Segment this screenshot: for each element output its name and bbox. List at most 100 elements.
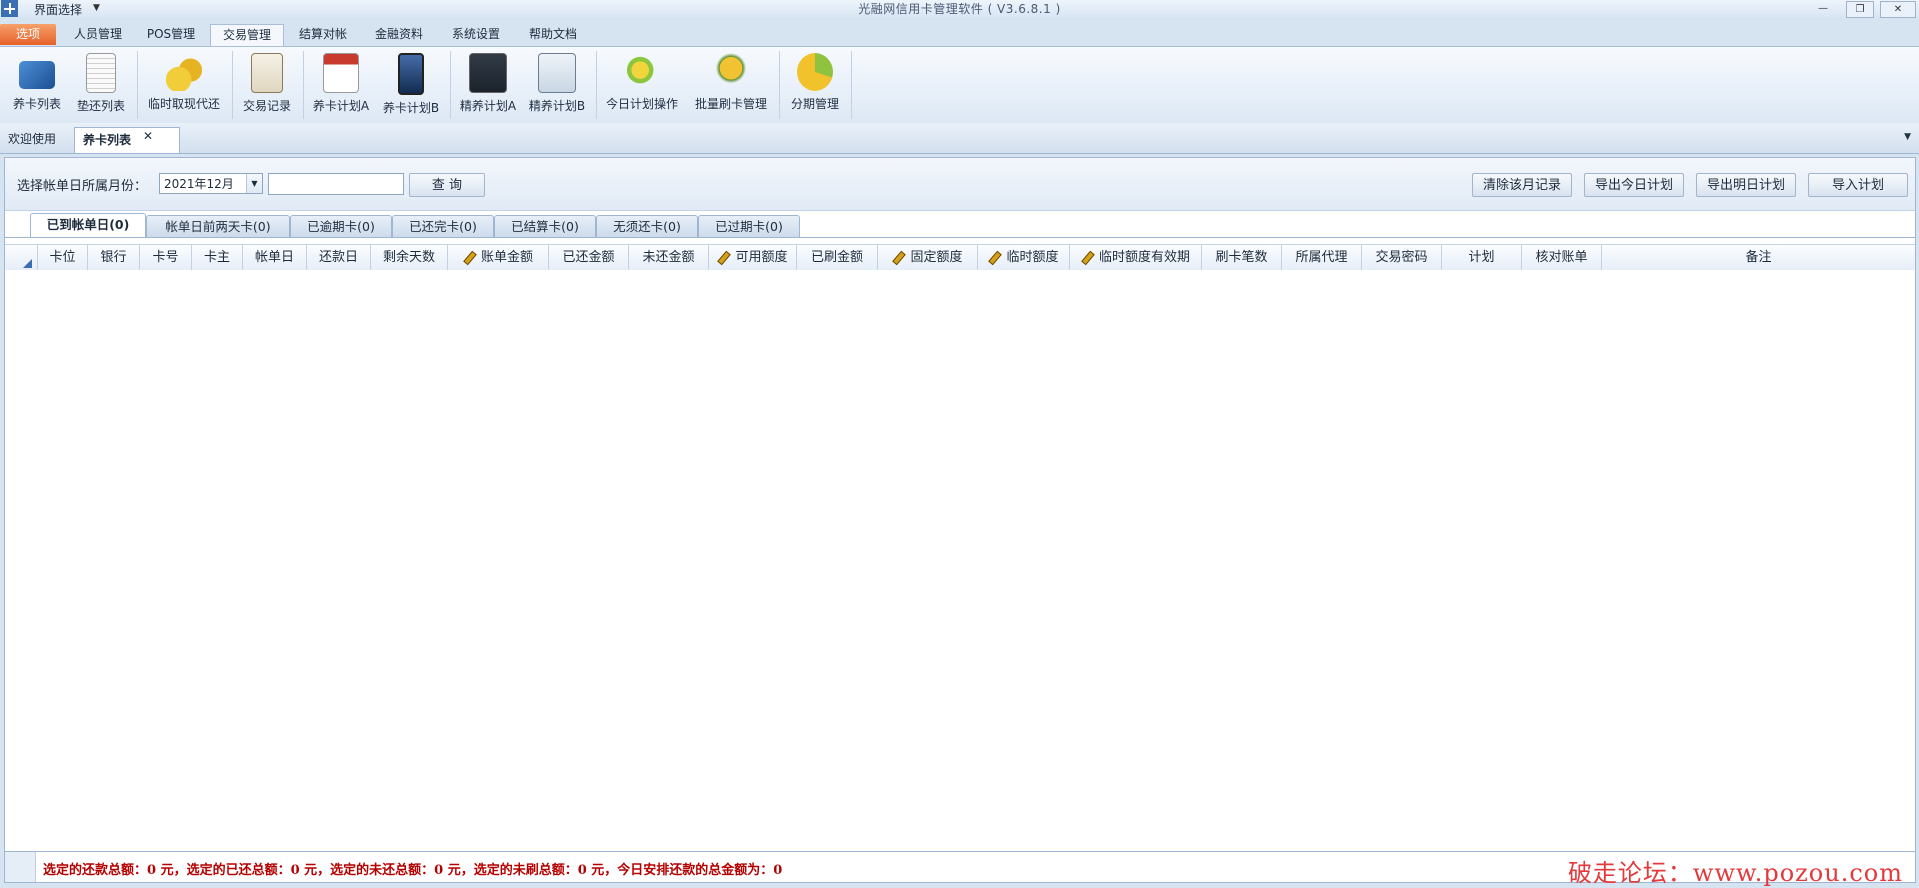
- ribbon-separator: [779, 51, 780, 119]
- fine-plan-b-label: 精养计划B: [528, 99, 586, 113]
- tab-card-list[interactable]: 养卡列表: [74, 127, 180, 153]
- month-select[interactable]: 2021年12月 ▼: [159, 173, 263, 194]
- tab-card-list-label: 养卡列表: [83, 133, 132, 147]
- search-input[interactable]: [268, 173, 404, 195]
- fine-plan-b-button[interactable]: 精养计划B: [524, 51, 590, 119]
- col-remarks[interactable]: 备注: [1602, 245, 1915, 270]
- filter-bar: 选择帐单日所属月份： 2021年12月 ▼ 查 询 清除该月记录 导出今日计划 …: [5, 158, 1915, 211]
- chevron-down-icon[interactable]: ▼: [246, 174, 262, 193]
- col-plan[interactable]: 计划: [1442, 245, 1522, 270]
- col-fixed-limit[interactable]: 固定额度: [878, 245, 978, 270]
- today-plan-button[interactable]: 今日计划操作: [600, 51, 684, 119]
- ribbon-separator: [232, 51, 233, 119]
- tab-no-repay[interactable]: 无须还卡(0): [596, 215, 698, 237]
- coins-icon: [166, 53, 202, 91]
- col-available-limit-label: 可用额度: [735, 250, 788, 265]
- card-grid-body[interactable]: [5, 270, 1915, 848]
- clipboard-icon: [251, 53, 283, 93]
- tab-two-days-before[interactable]: 帐单日前两天卡(0): [146, 215, 290, 237]
- tab-system[interactable]: 系统设置: [443, 24, 509, 45]
- fine-plan-a-button[interactable]: 精养计划A: [455, 51, 521, 119]
- col-bank[interactable]: 银行: [88, 245, 140, 270]
- tab-settled[interactable]: 已结算卡(0): [494, 215, 596, 237]
- tab-billed[interactable]: 已到帐单日(0): [30, 213, 146, 237]
- cash-advance-button[interactable]: 临时取现代还: [142, 51, 226, 119]
- batch-swipe-button[interactable]: 批量刷卡管理: [688, 51, 774, 119]
- col-card-owner[interactable]: 卡主: [192, 245, 243, 270]
- select-all-cell[interactable]: [5, 245, 38, 270]
- close-icon[interactable]: ✕: [140, 128, 156, 144]
- tab-expired[interactable]: 已过期卡(0): [698, 215, 800, 237]
- tab-personnel[interactable]: 人员管理: [66, 24, 130, 45]
- tab-pos[interactable]: POS管理: [140, 24, 202, 45]
- clear-month-button[interactable]: 清除该月记录: [1472, 173, 1572, 197]
- chevron-down-icon[interactable]: ▼: [1904, 132, 1911, 142]
- tab-overdue[interactable]: 已逾期卡(0): [290, 215, 392, 237]
- tab-options[interactable]: 选项: [0, 24, 56, 45]
- document-list-icon: [86, 53, 116, 93]
- export-today-button[interactable]: 导出今日计划: [1584, 173, 1684, 197]
- tab-help[interactable]: 帮助文档: [520, 24, 586, 45]
- pencil-icon: [463, 250, 477, 265]
- coin-ball-icon: [713, 53, 749, 91]
- col-unpaid-amount[interactable]: 未还金额: [629, 245, 709, 270]
- card-list-label: 养卡列表: [12, 97, 61, 111]
- col-swiped-amount[interactable]: 已刷金额: [797, 245, 878, 270]
- minimize-button[interactable]: —: [1810, 1, 1836, 16]
- card-list-button[interactable]: 养卡列表: [6, 51, 68, 119]
- col-agent[interactable]: 所属代理: [1282, 245, 1362, 270]
- status-bar: 选定的还款总额：0 元，选定的已还总额：0 元，选定的未还总额：0 元，选定的未…: [5, 851, 1915, 887]
- col-temp-limit-label: 临时额度: [1006, 250, 1059, 265]
- tab-settlement[interactable]: 结算对帐: [290, 24, 356, 45]
- repay-list-label: 垫还列表: [76, 99, 125, 113]
- transaction-records-label: 交易记录: [242, 99, 291, 113]
- col-bill-day[interactable]: 帐单日: [243, 245, 307, 270]
- ribbon-separator: [851, 51, 852, 119]
- pencil-icon: [988, 250, 1003, 265]
- installment-label: 分期管理: [790, 97, 839, 111]
- calendar-icon: [323, 53, 359, 93]
- status-tab-bar: 已到帐单日(0) 帐单日前两天卡(0) 已逾期卡(0) 已还完卡(0) 已结算卡…: [5, 211, 1915, 238]
- card-plan-b-label: 养卡计划B: [382, 101, 440, 115]
- col-temp-limit-expiry[interactable]: 临时额度有效期: [1070, 245, 1202, 270]
- col-temp-limit-expiry-label: 临时额度有效期: [1098, 250, 1190, 265]
- credit-card-icon: [19, 61, 55, 89]
- repay-list-button[interactable]: 垫还列表: [70, 51, 132, 119]
- col-trade-password[interactable]: 交易密码: [1362, 245, 1442, 270]
- document-tab-bar: 欢迎使用 养卡列表 ✕ ▼: [0, 123, 1919, 154]
- col-bill-amount[interactable]: 账单金额: [448, 245, 549, 270]
- col-check-bill[interactable]: 核对账单: [1522, 245, 1602, 270]
- transaction-records-button[interactable]: 交易记录: [236, 51, 298, 119]
- chart-screen-icon: [538, 53, 576, 93]
- import-plan-button[interactable]: 导入计划: [1808, 173, 1908, 197]
- ribbon-separator: [450, 51, 451, 119]
- card-plan-a-label: 养卡计划A: [312, 99, 370, 113]
- col-swipe-count[interactable]: 刷卡笔数: [1202, 245, 1282, 270]
- export-tomorrow-button[interactable]: 导出明日计划: [1696, 173, 1796, 197]
- close-window-button[interactable]: ✕: [1880, 1, 1916, 18]
- col-available-limit[interactable]: 可用额度: [709, 245, 797, 270]
- col-temp-limit[interactable]: 临时额度: [978, 245, 1070, 270]
- installment-button[interactable]: 分期管理: [783, 51, 847, 119]
- col-repay-day[interactable]: 还款日: [307, 245, 371, 270]
- card-plan-b-button[interactable]: 养卡计划B: [378, 51, 444, 119]
- summary-text: 选定的还款总额：0 元，选定的已还总额：0 元，选定的未还总额：0 元，选定的未…: [43, 863, 783, 878]
- tab-repaid[interactable]: 已还完卡(0): [392, 215, 494, 237]
- tab-transactions[interactable]: 交易管理: [210, 24, 284, 47]
- select-all-icon: [23, 259, 32, 268]
- col-remaining-days[interactable]: 剩余天数: [371, 245, 448, 270]
- card-plan-a-button[interactable]: 养卡计划A: [308, 51, 374, 119]
- window-title: 光融网信用卡管理软件 ( V3.6.8.1 ): [858, 2, 1061, 16]
- col-bill-amount-label: 账单金额: [480, 250, 533, 265]
- ribbon-separator: [137, 51, 138, 119]
- query-button[interactable]: 查 询: [409, 173, 485, 197]
- month-value: 2021年12月: [164, 177, 234, 191]
- tab-welcome[interactable]: 欢迎使用: [0, 127, 64, 152]
- phone-icon: [398, 53, 424, 95]
- col-card-slot[interactable]: 卡位: [38, 245, 88, 270]
- col-repaid-amount[interactable]: 已还金额: [549, 245, 629, 270]
- tab-finance[interactable]: 金融资料: [366, 24, 432, 45]
- col-card-number[interactable]: 卡号: [140, 245, 192, 270]
- restore-button[interactable]: ❐: [1846, 1, 1874, 18]
- month-label: 选择帐单日所属月份：: [17, 179, 148, 194]
